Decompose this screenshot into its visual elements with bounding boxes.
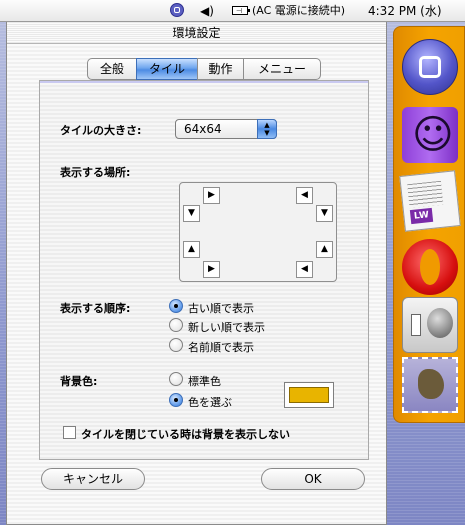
lightwaytext-icon[interactable]: LW: [399, 170, 461, 232]
bg-standard-label: 標準色: [188, 375, 221, 388]
classic-icon[interactable]: [402, 39, 458, 95]
volume-icon[interactable]: ◀): [200, 3, 216, 19]
sync-icon[interactable]: [170, 3, 186, 19]
bottom-right-left-arrow-icon[interactable]: ◀: [296, 261, 313, 278]
bottom-left-right-arrow-icon[interactable]: ▶: [203, 261, 220, 278]
color-well[interactable]: [284, 382, 334, 408]
order-name-label: 名前順で表示: [188, 341, 254, 354]
power-status: (AC 電源に接続中): [252, 4, 346, 17]
system-prefs-icon[interactable]: [402, 297, 458, 353]
menu-bar: ◀) ⊣ (AC 電源に接続中) 4:32 PM (水): [0, 0, 465, 22]
bg-choose-radio[interactable]: [169, 393, 183, 407]
tile-size-label: タイルの大きさ:: [60, 124, 142, 137]
bottom-right-up-arrow-icon[interactable]: ▲: [316, 241, 333, 258]
location-label: 表示する場所:: [60, 166, 131, 179]
order-newest-label: 新しい順で表示: [188, 321, 265, 334]
hide-bg-checkbox[interactable]: [63, 426, 76, 439]
top-right-down-arrow-icon[interactable]: ▼: [316, 205, 333, 222]
tab-menu[interactable]: メニュー: [243, 58, 321, 80]
top-left-right-arrow-icon[interactable]: ▶: [203, 187, 220, 204]
mail-icon[interactable]: [402, 357, 458, 413]
preferences-window: 環境設定 全般 タイル 動作 メニュー タイルの大きさ: 64x64 ▲ ▼ 表示…: [6, 22, 387, 525]
tab-general[interactable]: 全般: [87, 58, 137, 80]
dock: ☺ LW: [393, 26, 465, 423]
lw-tag: LW: [409, 207, 434, 225]
top-right-left-arrow-icon[interactable]: ◀: [296, 187, 313, 204]
clock[interactable]: 4:32 PM (水): [368, 3, 442, 19]
order-oldest-label: 古い順で表示: [188, 302, 254, 315]
ok-button[interactable]: OK: [261, 468, 365, 490]
position-picker: ▶ ▼ ◀ ▼ ▲ ▶ ▲ ◀: [179, 182, 337, 282]
opera-icon[interactable]: [402, 239, 458, 295]
bottom-left-up-arrow-icon[interactable]: ▲: [183, 241, 200, 258]
order-name-radio[interactable]: [169, 338, 183, 352]
bg-standard-radio[interactable]: [169, 372, 183, 386]
bg-choose-label: 色を選ぶ: [188, 396, 232, 409]
order-label: 表示する順序:: [60, 302, 131, 315]
finder-icon[interactable]: ☺: [402, 107, 458, 163]
color-swatch: [289, 387, 329, 403]
tab-tile[interactable]: タイル: [136, 58, 198, 80]
cancel-button[interactable]: キャンセル: [41, 468, 145, 490]
background-label: 背景色:: [60, 375, 98, 388]
order-newest-radio[interactable]: [169, 318, 183, 332]
top-left-down-arrow-icon[interactable]: ▼: [183, 205, 200, 222]
tab-behavior[interactable]: 動作: [197, 58, 244, 80]
window-title[interactable]: 環境設定: [7, 22, 386, 44]
hide-bg-label: タイルを閉じている時は背景を表示しない: [81, 428, 290, 441]
battery-icon[interactable]: ⊣: [232, 3, 250, 19]
tile-size-value: 64x64: [184, 122, 222, 136]
tile-size-popup[interactable]: 64x64 ▲ ▼: [175, 119, 277, 139]
order-oldest-radio[interactable]: [169, 299, 183, 313]
popup-arrows-icon: ▲ ▼: [257, 119, 277, 139]
